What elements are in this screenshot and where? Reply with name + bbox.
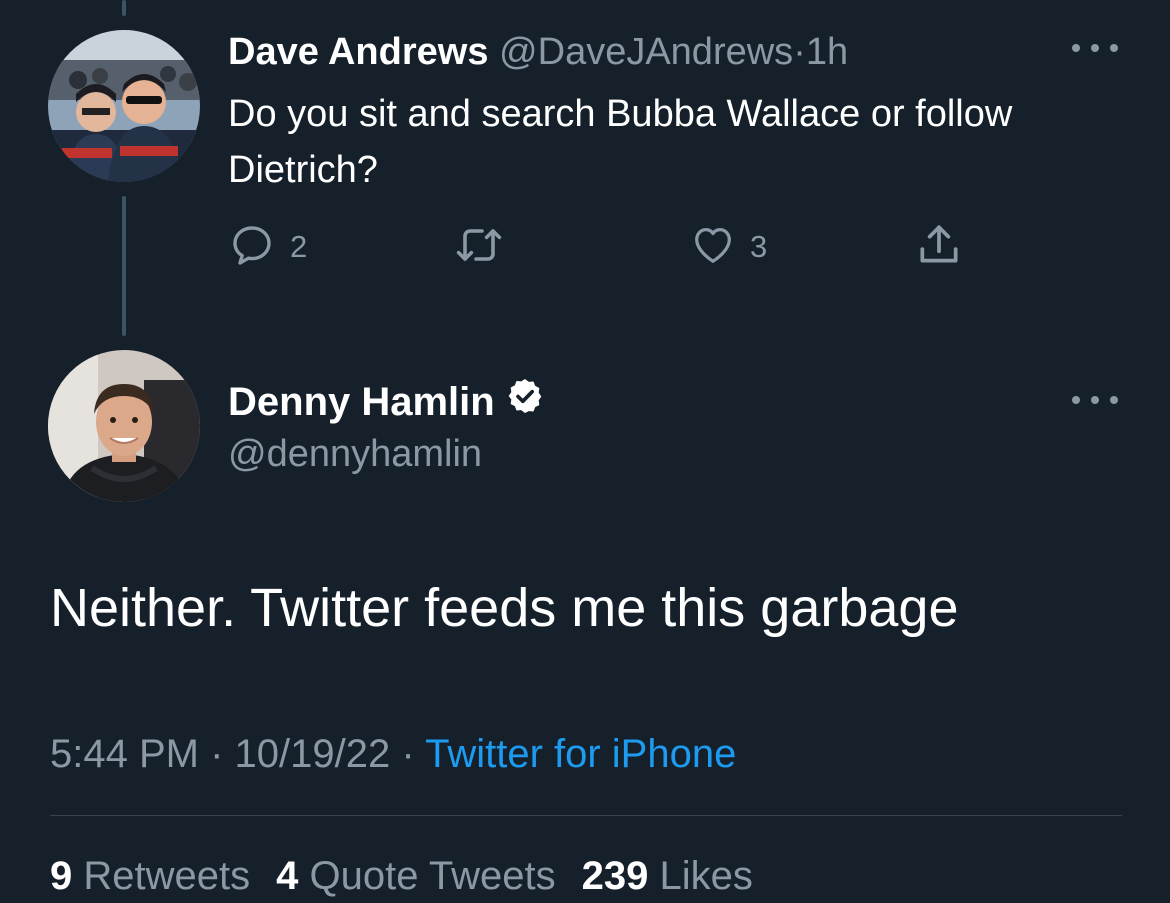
tweet-meta: 5:44 PM · 10/19/22 · Twitter for iPhone [50, 730, 736, 778]
retweets-label: Retweets [83, 854, 251, 898]
divider [50, 815, 1122, 816]
main-author-name[interactable]: Denny Hamlin [228, 378, 495, 426]
reply-tweet-text: Do you sit and search Bubba Wallace or f… [228, 93, 1013, 191]
verified-badge-icon [505, 376, 545, 427]
thread-line-top [122, 0, 126, 16]
like-count: 3 [750, 229, 768, 264]
meta-separator-1: · [210, 732, 224, 776]
likes-count: 239 [581, 854, 649, 898]
reply-author-handle[interactable]: @DaveJAndrews [499, 31, 793, 73]
heart-outline-icon [690, 222, 736, 273]
share-button[interactable] [914, 222, 964, 272]
main-tweet-text: Neither. Twitter feeds me this garbage [50, 578, 959, 638]
likes-label: Likes [659, 854, 753, 898]
retweets-stat[interactable]: 9 Retweets [50, 852, 250, 900]
avatar-denny-hamlin[interactable] [48, 350, 200, 502]
more-options-icon[interactable] [1072, 38, 1118, 58]
tweet-date[interactable]: 10/19/22 [235, 732, 391, 776]
main-author-name-row[interactable]: Denny Hamlin [228, 376, 545, 427]
likes-stat[interactable]: 239 Likes [582, 852, 753, 900]
avatar-dave-andrews[interactable] [48, 30, 200, 182]
more-options-icon[interactable] [1072, 390, 1118, 410]
reply-time-ago[interactable]: 1h [806, 31, 848, 73]
reply-count: 2 [290, 229, 308, 264]
quote-tweets-count: 4 [276, 854, 299, 898]
thread-line-connector [122, 196, 126, 336]
tweet-time[interactable]: 5:44 PM [50, 732, 199, 776]
retweets-count: 9 [50, 854, 73, 898]
reply-tweet-actions: 2 3 [228, 222, 988, 272]
tweet-source-link[interactable]: Twitter for iPhone [425, 732, 736, 776]
like-button[interactable]: 3 [690, 222, 767, 272]
meta-separator-2: · [401, 732, 415, 776]
reply-header-separator: · [793, 31, 806, 73]
reply-button[interactable]: 2 [228, 222, 307, 272]
retweet-arrows-icon [454, 221, 504, 274]
reply-tweet-header: Dave Andrews @DaveJAndrews·1h [228, 30, 848, 74]
share-upload-icon [914, 220, 964, 275]
quote-tweets-label: Quote Tweets [309, 854, 556, 898]
tweet-stats: 9 Retweets 4 Quote Tweets 239 Likes [50, 852, 779, 900]
retweet-button[interactable] [454, 222, 518, 272]
quote-tweets-stat[interactable]: 4 Quote Tweets [276, 852, 555, 900]
reply-author-name[interactable]: Dave Andrews [228, 31, 488, 73]
speech-bubble-icon [228, 221, 276, 274]
main-author-handle[interactable]: @dennyhamlin [228, 432, 482, 476]
